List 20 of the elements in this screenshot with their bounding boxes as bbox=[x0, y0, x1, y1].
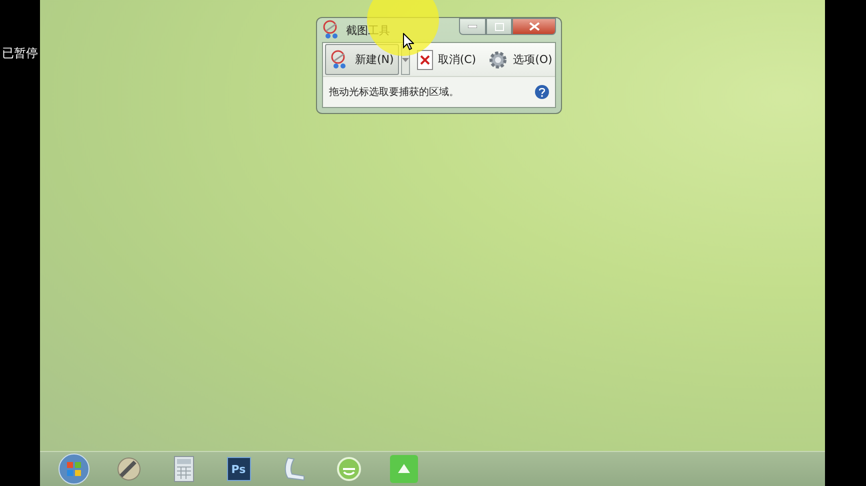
maximize-button[interactable] bbox=[486, 18, 512, 35]
close-icon bbox=[528, 22, 540, 31]
instruction-text: 拖动光标选取要捕获的区域。 bbox=[329, 86, 459, 99]
cursor-icon bbox=[403, 33, 414, 50]
photoshop-icon[interactable]: Ps bbox=[226, 457, 250, 481]
maximize-icon bbox=[494, 22, 504, 30]
disc-icon[interactable] bbox=[116, 456, 142, 482]
paused-label: 已暂停 bbox=[2, 45, 38, 62]
help-icon[interactable] bbox=[535, 85, 549, 99]
new-button[interactable]: 新建(N) bbox=[325, 44, 399, 75]
calculator-icon[interactable] bbox=[174, 456, 194, 482]
minimize-button[interactable] bbox=[459, 18, 486, 35]
browser-icon[interactable] bbox=[336, 456, 362, 482]
start-button[interactable] bbox=[58, 453, 90, 485]
minimize-icon bbox=[468, 25, 477, 28]
app-icon[interactable] bbox=[390, 455, 418, 483]
close-icon bbox=[416, 50, 433, 70]
settings-icon bbox=[488, 50, 508, 70]
close-button[interactable] bbox=[512, 18, 556, 35]
options-button[interactable]: 选项(O) bbox=[483, 44, 558, 75]
